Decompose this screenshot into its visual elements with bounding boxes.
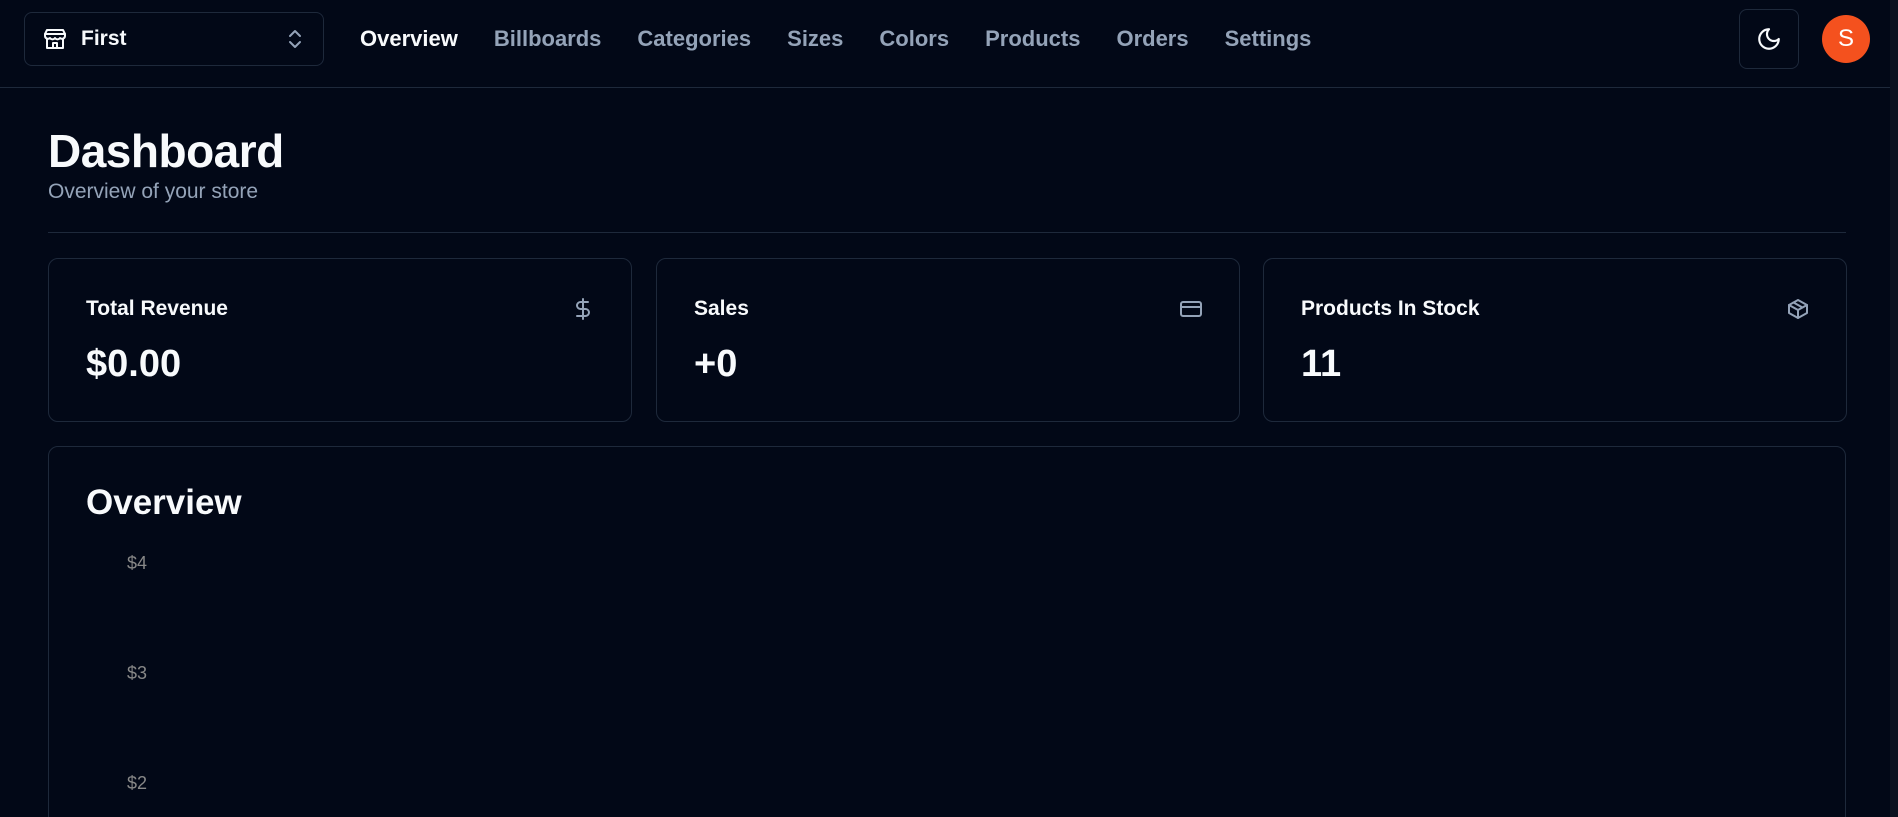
credit-card-icon [1179,297,1203,321]
store-icon [43,27,67,51]
card-title: Sales [694,297,749,320]
y-tick-label: $3 [127,663,147,683]
nav-billboards[interactable]: Billboards [494,26,602,52]
total-revenue-card: Total Revenue $0.00 [48,258,632,422]
nav-colors[interactable]: Colors [879,26,949,52]
store-switcher[interactable]: First [24,12,324,66]
chevrons-up-down-icon [285,28,305,50]
card-title: Total Revenue [86,297,228,320]
sales-card: Sales +0 [656,258,1240,422]
header-separator [48,232,1846,233]
dollar-sign-icon [571,297,595,321]
package-icon [1786,297,1810,321]
avatar-initial: S [1837,25,1854,52]
theme-toggle-button[interactable] [1739,9,1799,69]
y-tick-label: $4 [127,553,147,573]
store-name: First [81,27,127,50]
nav-settings[interactable]: Settings [1225,26,1312,52]
nav-categories[interactable]: Categories [637,26,751,52]
nav-orders[interactable]: Orders [1116,26,1188,52]
page-scrollbar[interactable] [1890,0,1898,817]
page-title: Dashboard [48,125,284,177]
page-subtitle: Overview of your store [48,180,259,203]
main-nav: Overview Billboards Categories Sizes Col… [360,0,1311,78]
nav-products[interactable]: Products [985,26,1080,52]
products-in-stock-card: Products In Stock 11 [1263,258,1847,422]
app-window: First Overview Billboards Categories Siz… [0,0,1898,817]
card-value: +0 [694,343,738,385]
card-value: $0.00 [86,343,182,385]
y-tick-label: $2 [127,773,147,793]
overview-chart: $4 $3 $2 [127,553,147,793]
nav-sizes[interactable]: Sizes [787,26,843,52]
moon-icon [1758,28,1780,50]
card-value: 11 [1301,343,1342,385]
top-navbar: First Overview Billboards Categories Siz… [0,0,1898,88]
nav-overview[interactable]: Overview [360,26,458,52]
user-avatar[interactable]: S [1822,15,1870,63]
overview-panel: Overview $4 $3 $2 [48,446,1846,817]
card-title: Products In Stock [1301,297,1480,320]
